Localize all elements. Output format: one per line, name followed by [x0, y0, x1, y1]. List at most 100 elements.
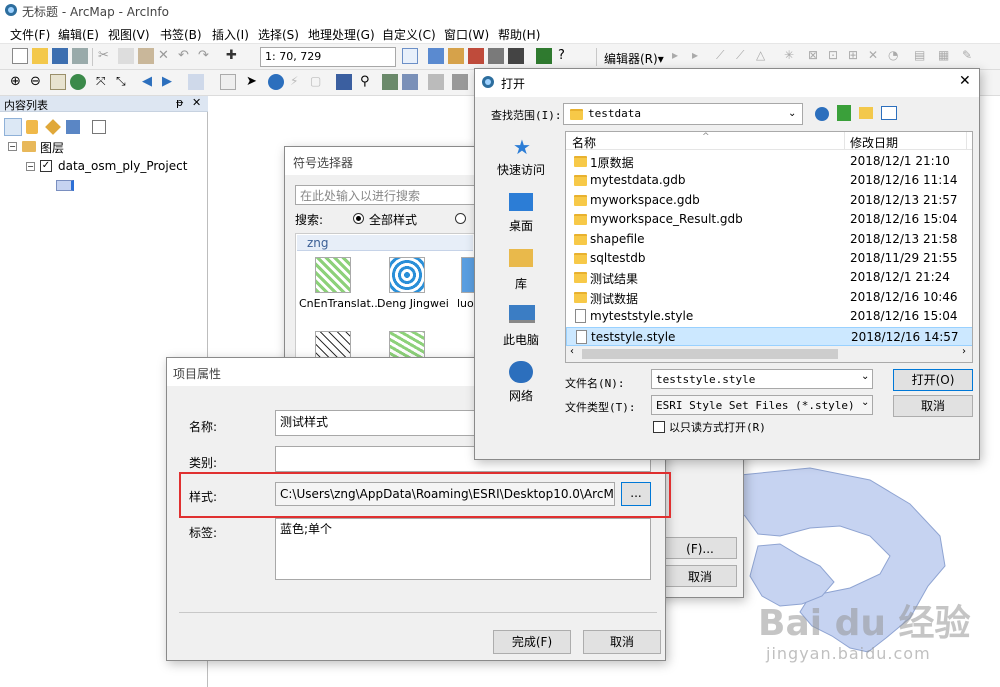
- browse-style-button[interactable]: ...: [621, 482, 651, 506]
- measure-icon[interactable]: [336, 74, 352, 90]
- create-features-icon[interactable]: ▦: [938, 48, 954, 64]
- collapse-icon[interactable]: −: [8, 142, 17, 151]
- col-date-header[interactable]: 修改日期: [850, 134, 898, 151]
- pan-icon[interactable]: [50, 74, 66, 90]
- full-extent-icon[interactable]: [70, 74, 86, 90]
- file-row[interactable]: teststyle.style 2018/12/16 14:57: [566, 326, 972, 346]
- place-quick-access[interactable]: 快速访问: [497, 161, 545, 178]
- map-scale-select[interactable]: 1: 70, 729: [260, 47, 396, 67]
- find-icon[interactable]: ⚲: [360, 74, 376, 90]
- hyperlink-icon[interactable]: ⚡: [290, 74, 306, 90]
- rotate-icon[interactable]: ✕: [868, 48, 884, 64]
- python-icon[interactable]: [488, 48, 504, 64]
- symbol-cancel-button[interactable]: 取消: [663, 565, 737, 587]
- style-path-input[interactable]: C:\Users\zng\AppData\Roaming\ESRI\Deskto…: [275, 482, 615, 506]
- file-row[interactable]: myworkspace.gdb 2018/12/13 21:57: [566, 191, 972, 210]
- select-features-icon[interactable]: [188, 74, 204, 90]
- cut-icon[interactable]: ✂: [98, 48, 114, 64]
- scroll-left-icon[interactable]: ‹: [570, 346, 574, 357]
- select-elements-icon[interactable]: ➤: [246, 74, 262, 90]
- clear-selection-icon[interactable]: [220, 74, 236, 90]
- view-menu-icon[interactable]: [881, 106, 897, 120]
- this-pc-icon[interactable]: [509, 305, 535, 323]
- options-icon[interactable]: [92, 120, 106, 134]
- attributes-icon[interactable]: ◔: [888, 48, 904, 64]
- menu-selection[interactable]: 选择(S): [258, 26, 299, 43]
- list-by-visibility-icon[interactable]: [45, 119, 61, 135]
- menu-bookmarks[interactable]: 书签(B): [160, 26, 202, 43]
- reshape-icon[interactable]: ⊠: [808, 48, 824, 64]
- fixed-zoom-out-icon[interactable]: ⤡: [116, 74, 132, 90]
- vertex-icon[interactable]: ✳: [784, 48, 800, 64]
- file-row[interactable]: myworkspace_Result.gdb 2018/12/16 15:04: [566, 210, 972, 229]
- undo-icon[interactable]: ↶: [178, 48, 194, 64]
- paste-icon[interactable]: [138, 48, 154, 64]
- html-popup-icon[interactable]: ▢: [310, 74, 326, 90]
- new-document-icon[interactable]: [12, 48, 28, 64]
- edit-annotation-icon[interactable]: ▸: [692, 48, 708, 64]
- quick-access-icon[interactable]: ★: [513, 135, 531, 159]
- editor-menu[interactable]: 编辑器(R)▾: [604, 50, 664, 67]
- filename-input[interactable]: teststyle.style: [651, 369, 873, 389]
- network-icon[interactable]: [509, 361, 533, 383]
- library-icon[interactable]: [509, 249, 533, 267]
- edit-properties-icon[interactable]: ✎: [962, 48, 978, 64]
- file-row[interactable]: myteststyle.style 2018/12/16 15:04: [566, 307, 972, 326]
- time-slider-icon[interactable]: [428, 74, 444, 90]
- menu-file[interactable]: 文件(F): [10, 26, 50, 43]
- catalog-icon[interactable]: [448, 48, 464, 64]
- layers-group-label[interactable]: 图层: [40, 139, 64, 156]
- menu-geoprocessing[interactable]: 地理处理(G): [308, 26, 375, 43]
- look-in-select[interactable]: testdata ⌄: [563, 103, 803, 125]
- zoom-in-icon[interactable]: ⊕: [10, 74, 26, 90]
- file-row[interactable]: 测试数据 2018/12/16 10:46: [566, 288, 972, 307]
- dialog-close-icon[interactable]: ✕: [959, 73, 971, 89]
- delete-icon[interactable]: ✕: [158, 48, 174, 64]
- fixed-zoom-in-icon[interactable]: ⤧: [96, 74, 112, 90]
- search-window-icon[interactable]: [508, 48, 524, 64]
- table-icon[interactable]: [428, 48, 444, 64]
- construct-icon[interactable]: △: [756, 48, 772, 64]
- model-builder-icon[interactable]: [536, 48, 552, 64]
- list-by-source-icon[interactable]: [26, 120, 38, 134]
- close-icon[interactable]: ✕: [192, 96, 201, 109]
- go-to-xy-icon[interactable]: [402, 74, 418, 90]
- toolbox-icon[interactable]: [468, 48, 484, 64]
- layer-visibility-checkbox[interactable]: ✓: [40, 160, 52, 172]
- tags-input[interactable]: 蓝色;单个: [275, 518, 651, 580]
- forward-extent-icon[interactable]: ▶: [162, 74, 178, 90]
- back-icon[interactable]: [815, 107, 829, 121]
- menu-view[interactable]: 视图(V): [108, 26, 150, 43]
- viewer-window-icon[interactable]: [452, 74, 468, 90]
- menu-customize[interactable]: 自定义(C): [382, 26, 436, 43]
- scroll-right-icon[interactable]: ›: [962, 346, 966, 357]
- readonly-checkbox[interactable]: [653, 421, 665, 433]
- look-in-dropdown-icon[interactable]: ⌄: [788, 104, 796, 124]
- file-row[interactable]: shapefile 2018/12/13 21:58: [566, 230, 972, 249]
- pin-icon[interactable]: ᵽ: [176, 96, 183, 109]
- file-row[interactable]: mytestdata.gdb 2018/12/16 11:14: [566, 171, 972, 190]
- menu-help[interactable]: 帮助(H): [498, 26, 540, 43]
- sketch-properties-icon[interactable]: ▤: [914, 48, 930, 64]
- desktop-icon[interactable]: [509, 193, 533, 211]
- menu-windows[interactable]: 窗口(W): [444, 26, 489, 43]
- open-cancel-button[interactable]: 取消: [893, 395, 973, 417]
- whats-this-icon[interactable]: ?: [558, 48, 574, 64]
- up-folder-icon[interactable]: [837, 105, 851, 121]
- filename-dropdown-icon[interactable]: ⌄: [861, 371, 869, 382]
- all-styles-radio[interactable]: [353, 213, 364, 224]
- place-desktop[interactable]: 桌面: [509, 217, 533, 234]
- open-icon[interactable]: [32, 48, 48, 64]
- print-icon[interactable]: [72, 48, 88, 64]
- filetype-dropdown-icon[interactable]: ⌄: [861, 397, 869, 408]
- editor-toolbar-icon[interactable]: [402, 48, 418, 64]
- symbol-swatch-3[interactable]: [461, 257, 475, 293]
- list-by-selection-icon[interactable]: [66, 120, 80, 134]
- file-row[interactable]: 测试结果 2018/12/1 21:24: [566, 268, 972, 287]
- symbol-swatch-2[interactable]: [389, 257, 425, 293]
- cut-polygons-icon[interactable]: ⊡: [828, 48, 844, 64]
- symbol-swatch-1[interactable]: [315, 257, 351, 293]
- add-data-icon[interactable]: ✚: [226, 48, 242, 64]
- list-by-drawing-order-icon[interactable]: [4, 118, 22, 136]
- finish-button[interactable]: 完成(F): [493, 630, 571, 654]
